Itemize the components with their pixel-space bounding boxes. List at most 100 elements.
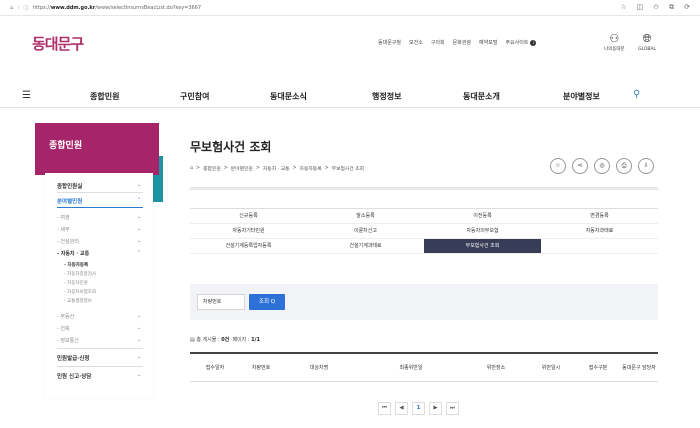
chevron-down-icon[interactable]: ⌄: [137, 226, 141, 232]
sidebar-group[interactable]: 민원 신고·상담: [57, 372, 91, 380]
vehicle-number-field[interactable]: 차량번호: [197, 294, 245, 310]
info-icon[interactable]: ⓘ: [23, 4, 29, 12]
sidebar-subitem[interactable]: - 교통행정정보: [64, 298, 92, 304]
tab-item[interactable]: 자동차의무보험: [424, 224, 541, 239]
util-link[interactable]: 문화관광: [453, 39, 471, 46]
gnb-item[interactable]: 분야별정보: [563, 91, 600, 102]
sidebar-item-active[interactable]: - 자동차 · 교통: [57, 250, 89, 257]
sidebar-subitem[interactable]: - 자동차종합검사: [64, 271, 96, 277]
info-badge-icon: i: [530, 39, 537, 46]
search-icon[interactable]: ⚲: [633, 89, 640, 100]
url-text[interactable]: https://www.ddm.go.kr/www/selectInsurnsB…: [33, 5, 201, 11]
sidebar-group[interactable]: 종합민원실: [57, 182, 82, 190]
chevron-down-icon[interactable]: ⌄: [137, 325, 141, 331]
breadcrumb-item[interactable]: 자동차등록: [300, 165, 322, 172]
tab-item-selected[interactable]: 무보험사건 조회: [424, 239, 541, 254]
my-ddm-button[interactable]: ⚇ 나의동대문: [604, 32, 625, 52]
tab-item[interactable]: 신규등록: [190, 209, 307, 224]
page-number-current[interactable]: 1: [412, 402, 425, 415]
last-page-icon[interactable]: ⏭: [446, 402, 459, 415]
sidebar-subitem-active[interactable]: - 자동차등록: [64, 262, 88, 268]
sidebar-item[interactable]: - 건설관리: [57, 238, 79, 245]
sidebar-group-active[interactable]: 분야별민원: [57, 197, 82, 205]
first-page-icon[interactable]: ⏮: [378, 402, 391, 415]
globe-icon: 🌐︎: [642, 32, 652, 45]
tab-item[interactable]: 이륜차신고: [307, 224, 424, 239]
gnb-item[interactable]: 종합민원: [90, 91, 119, 102]
chevron-down-icon[interactable]: ⌄: [137, 313, 141, 319]
favorites-icon[interactable]: ✩: [653, 3, 659, 12]
gnb-item[interactable]: 구민참여: [180, 91, 209, 102]
global-button[interactable]: 🌐︎ GLOBAL: [638, 32, 656, 52]
breadcrumb: ⌂ > 종합민원 > 분야별민원 > 자동차 · 교통 > 자동차등록 > 무보…: [190, 165, 365, 172]
divider: [57, 207, 143, 208]
chevron-up-icon[interactable]: ⌃: [137, 250, 141, 256]
chevron-down-icon[interactable]: ⌄: [137, 354, 141, 360]
breadcrumb-item[interactable]: 분야별민원: [231, 165, 253, 172]
tab-item[interactable]: 자동차기타민원: [190, 224, 307, 239]
util-link[interactable]: 보건소: [409, 39, 423, 46]
tab-item-empty: [541, 239, 658, 254]
page-tools: ☆ ⋖ ◎ ⎙ ⇩: [550, 158, 654, 174]
download-icon[interactable]: ⇩: [638, 158, 654, 174]
gnb-item[interactable]: 동대문소식: [270, 91, 307, 102]
chevron-down-icon[interactable]: ⌄: [137, 337, 141, 343]
tab-item[interactable]: 말소등록: [307, 209, 424, 224]
sidebar-group[interactable]: 민원발급·신청: [57, 354, 89, 362]
split-icon[interactable]: ◫: [637, 3, 644, 12]
site-logo[interactable]: 동대문구: [32, 33, 84, 54]
sidebar-item[interactable]: - 정보통신: [57, 337, 79, 344]
next-page-icon[interactable]: ▶: [429, 402, 442, 415]
tab-item[interactable]: 건설기계등록업자등록: [190, 239, 307, 254]
tab-item[interactable]: 자동차과태료: [541, 224, 658, 239]
pagination: ⏮ ◀ 1 ▶ ⏭: [378, 402, 459, 415]
divider: [57, 348, 143, 349]
sidebar-subitem[interactable]: - 자동차보험조회: [64, 289, 96, 295]
util-link[interactable]: 주요사이트 i: [505, 39, 537, 46]
search-area: 차량번호 조회 Q: [190, 284, 658, 320]
divider: [57, 192, 143, 193]
chevron-down-icon[interactable]: ⌄: [137, 372, 141, 378]
sidebar-subitem[interactable]: - 자동차민원: [64, 280, 88, 286]
sidebar-title: 종합민원: [49, 141, 83, 151]
tab-item[interactable]: 건설기계과태료: [307, 239, 424, 254]
tab-item[interactable]: 이전등록: [424, 209, 541, 224]
sidebar-item[interactable]: - 세무: [57, 226, 70, 233]
chevron-down-icon[interactable]: ⌄: [137, 238, 141, 244]
page-title: 무보험사건 조회: [190, 140, 272, 154]
collections-icon[interactable]: ⧉: [669, 3, 674, 12]
favorite-icon[interactable]: ☆: [550, 158, 566, 174]
tab-item[interactable]: 변경등록: [541, 209, 658, 224]
prev-page-icon[interactable]: ◀: [395, 402, 408, 415]
util-link[interactable]: 동대문구청: [378, 39, 401, 46]
util-link[interactable]: 구의회: [431, 39, 445, 46]
gnb-item[interactable]: 행정정보: [372, 91, 401, 102]
settings-icon[interactable]: ◎: [594, 158, 610, 174]
star-icon[interactable]: ☆: [620, 3, 626, 12]
search-button[interactable]: 조회 Q: [249, 294, 285, 310]
print-icon[interactable]: ⎙: [616, 158, 632, 174]
list-icon: ▤: [190, 337, 195, 343]
sidebar-item[interactable]: - 여권: [57, 214, 70, 221]
sync-icon[interactable]: ⟳: [684, 3, 690, 12]
share-icon[interactable]: ⋖: [572, 158, 588, 174]
utility-links: 동대문구청 보건소 구의회 문화관광 예약포털 주요사이트 i: [378, 39, 537, 46]
chevron-down-icon[interactable]: ⌄: [137, 182, 141, 188]
user-icon: ⚇: [609, 32, 620, 45]
breadcrumb-item[interactable]: 종합민원: [203, 165, 221, 172]
util-link[interactable]: 예약포털: [479, 39, 497, 46]
hamburger-menu-icon[interactable]: ☰: [22, 90, 31, 101]
chevron-down-icon[interactable]: ⌄: [137, 214, 141, 220]
breadcrumb-item[interactable]: 자동차 · 교통: [263, 165, 290, 172]
main-navigation: ☰ 종합민원 구민참여 동대문소식 행정정보 동대문소개 분야별정보 ⚲: [0, 86, 700, 108]
gnb-item[interactable]: 동대문소개: [463, 91, 500, 102]
title-divider: [190, 187, 658, 190]
sidebar-item[interactable]: - 부동산: [57, 313, 74, 320]
home-icon[interactable]: ⌂: [190, 166, 193, 171]
sidebar-item[interactable]: - 건축: [57, 325, 70, 332]
chevron-up-icon[interactable]: ⌃: [137, 197, 141, 203]
column-header: 접수일자: [205, 364, 225, 371]
column-header: 접수구분: [588, 364, 608, 371]
address-bar[interactable]: ⌂ | ⓘ https://www.ddm.go.kr/www/selectIn…: [10, 4, 201, 12]
home-icon[interactable]: ⌂: [10, 5, 14, 11]
